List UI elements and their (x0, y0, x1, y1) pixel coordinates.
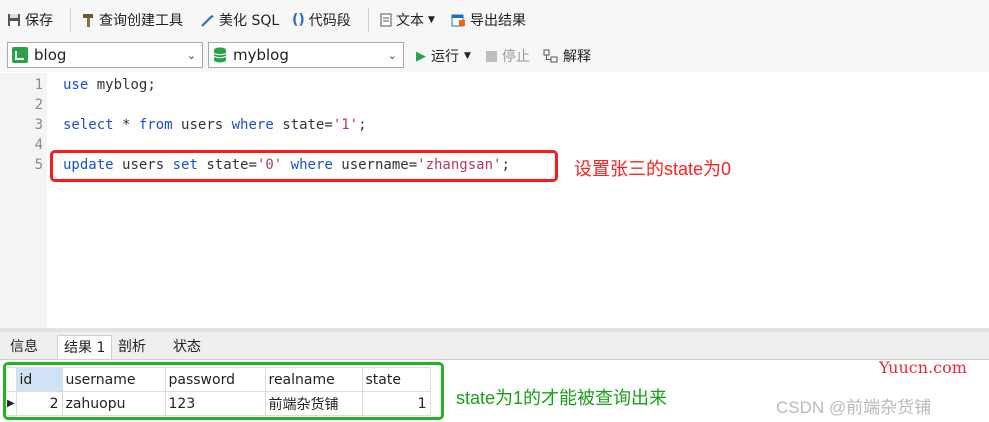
export-results-button[interactable]: 导出结果 (451, 9, 526, 31)
sql-token: = (324, 117, 333, 133)
tab-info[interactable]: 信息 (4, 335, 44, 359)
connection-toolbar: blog ⌄ myblog ⌄ ▶ 运行 ▼ 停止 解释 (0, 40, 989, 72)
explain-button[interactable]: 解释 (543, 46, 591, 66)
tab-profile[interactable]: 剖析 (112, 335, 152, 359)
braces-icon: () (292, 12, 305, 28)
sql-keyword: use (63, 77, 89, 93)
sql-editor[interactable]: 1 2 3 4 5 use myblog; select * from user… (0, 73, 989, 328)
line-number-gutter: 1 2 3 4 5 (0, 73, 47, 328)
database-value: myblog (233, 46, 289, 64)
run-label: 运行 (431, 49, 459, 65)
magic-wand-icon: ✦ (201, 13, 215, 27)
sql-token: users (181, 117, 224, 133)
text-label: 文本 (396, 13, 424, 29)
annotation-green-note: state为1的才能被查询出来 (456, 388, 668, 408)
save-icon (8, 14, 20, 26)
chevron-down-icon: ⌄ (186, 49, 196, 62)
line-number: 1 (34, 77, 43, 93)
code-line-3: select * from users where state='1'; (63, 115, 367, 135)
toolbar-divider (70, 8, 71, 32)
connection-select[interactable]: blog ⌄ (7, 42, 203, 68)
line-number: 3 (34, 117, 43, 133)
toolbar-divider (368, 8, 369, 32)
query-builder-label: 查询创建工具 (99, 13, 183, 29)
sql-keyword: where (231, 117, 274, 133)
sql-string: '1' (332, 117, 359, 133)
sql-token: state (282, 117, 325, 133)
tab-status[interactable]: 状态 (167, 335, 207, 359)
dropdown-arrow-icon: ▼ (428, 15, 435, 25)
sql-token: ; (358, 117, 367, 133)
chevron-down-icon: ⌄ (387, 49, 397, 62)
document-icon (380, 13, 392, 27)
annotation-red-note: 设置张三的state为0 (574, 159, 732, 179)
hammer-icon (83, 14, 93, 27)
line-number: 4 (34, 137, 43, 153)
text-menu-button[interactable]: 文本 ▼ (380, 9, 435, 31)
sql-token: myblog (96, 77, 148, 93)
save-button[interactable]: 保存 (7, 9, 53, 31)
sql-token: ; (147, 77, 156, 93)
highlight-box-result-row (3, 362, 444, 420)
line-number: 5 (34, 157, 43, 173)
result-tabs: 信息 结果 1 剖析 状态 (0, 332, 989, 360)
beautify-sql-label: 美化 SQL (219, 13, 280, 29)
explain-icon (543, 49, 558, 63)
connection-value: blog (34, 46, 67, 64)
explain-label: 解释 (563, 49, 591, 65)
code-snippet-button[interactable]: () 代码段 (292, 9, 351, 31)
svg-text:✦: ✦ (209, 13, 215, 21)
query-builder-button[interactable]: 查询创建工具 (81, 9, 183, 31)
code-snippet-label: 代码段 (308, 13, 351, 29)
code-line-1: use myblog; (63, 75, 156, 95)
main-toolbar: 保存 查询创建工具 ✦ 美化 SQL () 代码段 文本 ▼ 导出结果 (0, 0, 989, 40)
watermark-yuucn: Yuucn.com (879, 358, 967, 377)
stop-button[interactable]: 停止 (486, 46, 530, 66)
database-select[interactable]: myblog ⌄ (208, 42, 404, 68)
highlight-box-update-statement (50, 150, 558, 182)
play-icon: ▶ (416, 48, 426, 64)
stop-icon (486, 50, 497, 62)
database-icon (213, 47, 227, 63)
tab-result-1[interactable]: 结果 1 (57, 335, 113, 359)
sql-keyword: from (138, 117, 173, 133)
sql-token: * (113, 117, 139, 133)
sql-keyword: select (63, 117, 114, 133)
beautify-sql-button[interactable]: ✦ 美化 SQL (200, 9, 279, 31)
save-label: 保存 (25, 13, 53, 29)
run-button[interactable]: ▶ 运行 ▼ (416, 46, 471, 66)
stop-label: 停止 (502, 49, 530, 65)
export-icon (451, 14, 465, 27)
export-results-label: 导出结果 (470, 13, 526, 29)
connection-icon (12, 47, 28, 63)
line-number: 2 (34, 97, 43, 113)
watermark-csdn: CSDN @前端杂货铺 (776, 398, 932, 417)
dropdown-arrow-icon: ▼ (464, 51, 471, 61)
